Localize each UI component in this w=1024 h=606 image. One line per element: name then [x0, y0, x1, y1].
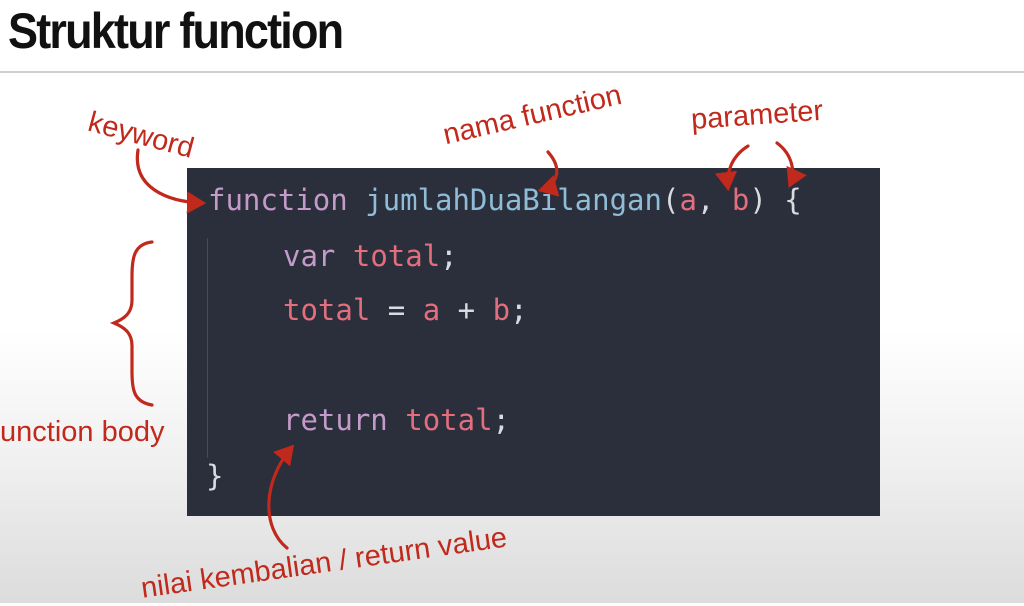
function-name-arrow: [537, 150, 560, 197]
param-b-arrow: [775, 141, 807, 188]
keyword-arrow: [135, 148, 207, 214]
function-body-brace: [109, 240, 154, 407]
return-arrow: [267, 444, 295, 550]
annotation-arrows: [109, 141, 807, 550]
param-a-arrow: [714, 144, 750, 192]
